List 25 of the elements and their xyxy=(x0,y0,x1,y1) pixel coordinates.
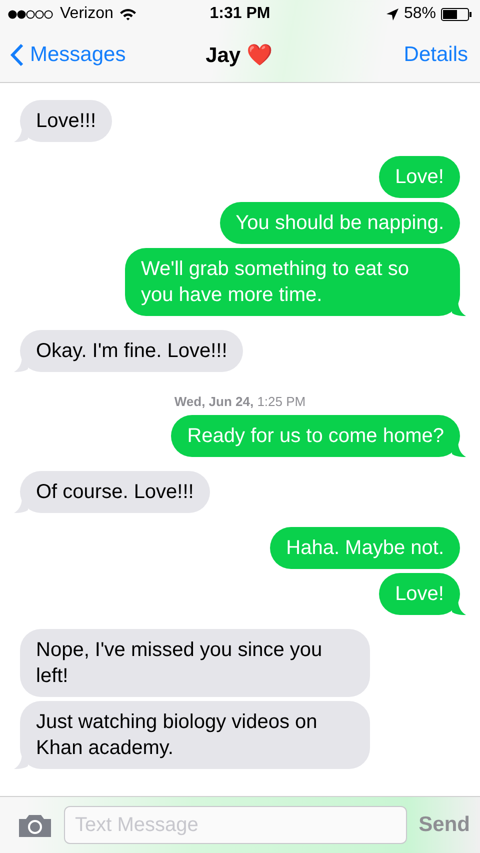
carrier-name: Verizon xyxy=(60,5,114,23)
sent-message-bubble: Love! xyxy=(379,573,460,615)
received-message-bubble: Just watching biology videos on Khan academy. xyxy=(20,701,370,769)
received-message-bubble: Okay. I'm fine. Love!!! xyxy=(20,330,244,372)
sent-message-bubble: Haha. Maybe not. xyxy=(270,527,460,569)
battery-percent: 58% xyxy=(404,5,436,23)
chevron-left-icon xyxy=(10,43,24,67)
location-arrow-icon xyxy=(386,8,399,20)
received-message-bubble: Of course. Love!!! xyxy=(20,471,210,513)
timestamp: Wed, Jun 24, 1:25 PM xyxy=(173,394,307,409)
battery-icon xyxy=(441,8,472,20)
sent-message-bubble: We'll grab something to eat so you have more time. xyxy=(125,248,460,316)
received-message-bubble: Nope, I've missed you since you left! xyxy=(20,629,370,697)
details-link[interactable]: Details xyxy=(272,43,468,67)
signal-icon xyxy=(8,10,54,18)
send-button[interactable]: Send xyxy=(418,813,470,837)
wifi-icon xyxy=(119,8,138,20)
sent-message-bubble: You should be napping. xyxy=(220,202,460,244)
back-button[interactable]: Messages xyxy=(10,43,206,67)
contact-name: Jay ❤ xyxy=(206,42,272,68)
sent-message-bubble: Love! xyxy=(379,156,460,198)
camera-icon[interactable] xyxy=(18,812,52,838)
clock-time: 1:31 PM xyxy=(210,5,270,23)
sent-message-bubble: Ready for us to come home? xyxy=(171,415,460,457)
received-message-bubble: Love!!! xyxy=(20,100,112,142)
